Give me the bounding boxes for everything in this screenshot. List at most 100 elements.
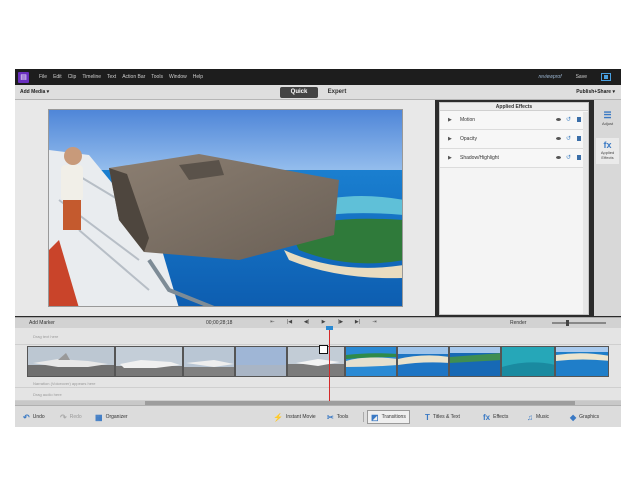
menu-timeline[interactable]: Timeline xyxy=(82,74,101,80)
add-media-button[interactable]: Add Media ▾ xyxy=(20,89,49,95)
menu-window[interactable]: Window xyxy=(169,74,187,80)
menu-text[interactable]: Text xyxy=(107,74,116,80)
step-forward-icon[interactable]: |▶ xyxy=(332,319,349,325)
narration-track-hint: Narration (Voiceover) appears here xyxy=(33,381,96,386)
playhead-handle[interactable] xyxy=(326,326,333,330)
instant-movie-button[interactable]: ⚡ Instant Movie xyxy=(273,410,316,424)
editor-window: ▤ File Edit Clip Timeline Text Action Ba… xyxy=(15,69,621,427)
go-to-end-icon[interactable]: ⇥ xyxy=(366,319,383,325)
trash-icon[interactable] xyxy=(577,117,581,122)
clip-sky[interactable] xyxy=(235,346,287,377)
timeline-tracks: Drag text here Narration (Voiceover) app… xyxy=(15,326,621,401)
menu-clip[interactable]: Clip xyxy=(68,74,77,80)
trash-icon[interactable] xyxy=(577,155,581,160)
clip-island[interactable] xyxy=(397,346,449,377)
eye-icon[interactable] xyxy=(556,156,561,159)
clip-lagoon[interactable] xyxy=(501,346,555,377)
reset-icon[interactable]: ↺ xyxy=(566,135,571,142)
reset-icon[interactable]: ↺ xyxy=(566,116,571,123)
timeline-controls: Add Marker 00;00;28;18 ⇤ |◀ ◀| ▶ |▶ ▶| ⇥… xyxy=(15,317,621,328)
app-logo: ▤ xyxy=(18,71,29,83)
zoom-slider[interactable] xyxy=(552,320,606,326)
effect-row-shadow-highlight[interactable]: ▶ Shadow/Highlight ↺ xyxy=(440,149,588,168)
tab-expert[interactable]: Expert xyxy=(318,87,356,98)
expand-arrow-icon[interactable]: ▶ xyxy=(448,155,452,161)
transitions-button[interactable]: ◩ Transitions xyxy=(367,410,410,424)
action-bar: ↶ Undo ↷ Redo ▦ Organizer ⚡ Instant Movi… xyxy=(15,405,621,427)
mode-tabs: Quick Expert xyxy=(280,87,356,98)
expand-arrow-icon[interactable]: ▶ xyxy=(448,136,452,142)
zoom-slider-knob[interactable] xyxy=(566,320,569,326)
menu-tools[interactable]: Tools xyxy=(151,74,163,80)
effects-button[interactable]: fx Effects xyxy=(483,410,508,424)
effects-scrollbar[interactable] xyxy=(583,112,588,314)
audio-track[interactable]: Drag audio here xyxy=(15,388,621,401)
clip-beach-aerial[interactable] xyxy=(345,346,397,377)
menu-help[interactable]: Help xyxy=(193,74,203,80)
instant-movie-label: Instant Movie xyxy=(285,414,316,420)
redo-button[interactable]: ↷ Redo xyxy=(60,410,82,424)
title-track[interactable]: Drag text here xyxy=(15,328,621,345)
render-button[interactable]: Render xyxy=(510,320,526,326)
previous-edit-icon[interactable]: |◀ xyxy=(281,319,298,325)
eye-icon[interactable] xyxy=(556,118,561,121)
panel-tool-strip: ☰ Adjust fx Applied Effects xyxy=(594,100,621,316)
menu-right: reviewprof Save xyxy=(539,69,611,85)
divider xyxy=(363,412,364,422)
transition-marker-icon[interactable] xyxy=(319,345,328,354)
fx-icon: fx xyxy=(603,140,612,150)
tools-button[interactable]: ✂ Tools xyxy=(327,410,348,424)
redo-icon: ↷ xyxy=(60,412,67,422)
video-preview[interactable] xyxy=(48,109,403,307)
transport-controls: ⇤ |◀ ◀| ▶ |▶ ▶| ⇥ xyxy=(264,319,383,325)
clip-shoreline[interactable] xyxy=(555,346,609,377)
tools-icon: ✂ xyxy=(327,412,334,422)
expand-arrow-icon[interactable]: ▶ xyxy=(448,117,452,123)
undo-button[interactable]: ↶ Undo xyxy=(23,410,45,424)
user-label[interactable]: reviewprof xyxy=(539,74,562,80)
graphics-icon: ◆ xyxy=(570,412,577,422)
eye-icon[interactable] xyxy=(556,137,561,140)
applied-effects-panel: Applied Effects ▶ Motion ↺ ▶ Opacity ↺ ▶… xyxy=(439,102,589,315)
titles-text-button[interactable]: T Titles & Text xyxy=(425,410,460,424)
clip-plane-jet[interactable] xyxy=(183,346,235,377)
effect-row-opacity[interactable]: ▶ Opacity ↺ xyxy=(440,130,588,149)
mode-bar: Add Media ▾ Quick Expert Publish+Share ▾ xyxy=(15,85,621,100)
display-icon[interactable] xyxy=(601,73,611,81)
menu-action-bar[interactable]: Action Bar xyxy=(122,74,145,80)
organizer-label: Organizer xyxy=(105,414,128,420)
menu-edit[interactable]: Edit xyxy=(53,74,62,80)
clip-plane-tarmac[interactable] xyxy=(115,346,183,377)
trash-icon[interactable] xyxy=(577,136,581,141)
next-edit-icon[interactable]: ▶| xyxy=(349,319,366,325)
play-icon[interactable]: ▶ xyxy=(315,319,332,325)
adjust-button[interactable]: ☰ Adjust xyxy=(596,110,619,126)
tools-label: Tools xyxy=(336,414,349,420)
save-button[interactable]: Save xyxy=(576,74,587,80)
clip-coast[interactable] xyxy=(449,346,501,377)
step-back-icon[interactable]: ◀| xyxy=(298,319,315,325)
clip-airport[interactable] xyxy=(27,346,115,377)
menu-file[interactable]: File xyxy=(39,74,47,80)
clip-runway[interactable] xyxy=(287,346,345,377)
redo-label: Redo xyxy=(69,414,82,420)
graphics-label: Graphics xyxy=(579,414,600,420)
reset-icon[interactable]: ↺ xyxy=(566,154,571,161)
transitions-label: Transitions xyxy=(381,414,406,420)
tab-quick[interactable]: Quick xyxy=(280,87,318,98)
graphics-button[interactable]: ◆ Graphics xyxy=(570,410,599,424)
effect-row-motion[interactable]: ▶ Motion ↺ xyxy=(440,111,588,130)
organizer-button[interactable]: ▦ Organizer xyxy=(95,410,128,424)
add-marker-button[interactable]: Add Marker xyxy=(29,320,55,326)
title-track-hint: Drag text here xyxy=(33,334,59,339)
narration-track[interactable]: Narration (Voiceover) appears here xyxy=(15,378,621,388)
effect-name: Opacity xyxy=(460,136,477,142)
music-button[interactable]: ♫ Music xyxy=(527,410,549,424)
menu-list: File Edit Clip Timeline Text Action Bar … xyxy=(33,74,203,80)
publish-share-button[interactable]: Publish+Share ▾ xyxy=(576,89,615,95)
go-to-start-icon[interactable]: ⇤ xyxy=(264,319,281,325)
applied-effects-button[interactable]: fx Applied Effects xyxy=(596,138,619,164)
playhead[interactable] xyxy=(329,328,330,401)
music-note-icon: ♫ xyxy=(527,412,533,422)
adjust-label: Adjust xyxy=(601,121,614,126)
